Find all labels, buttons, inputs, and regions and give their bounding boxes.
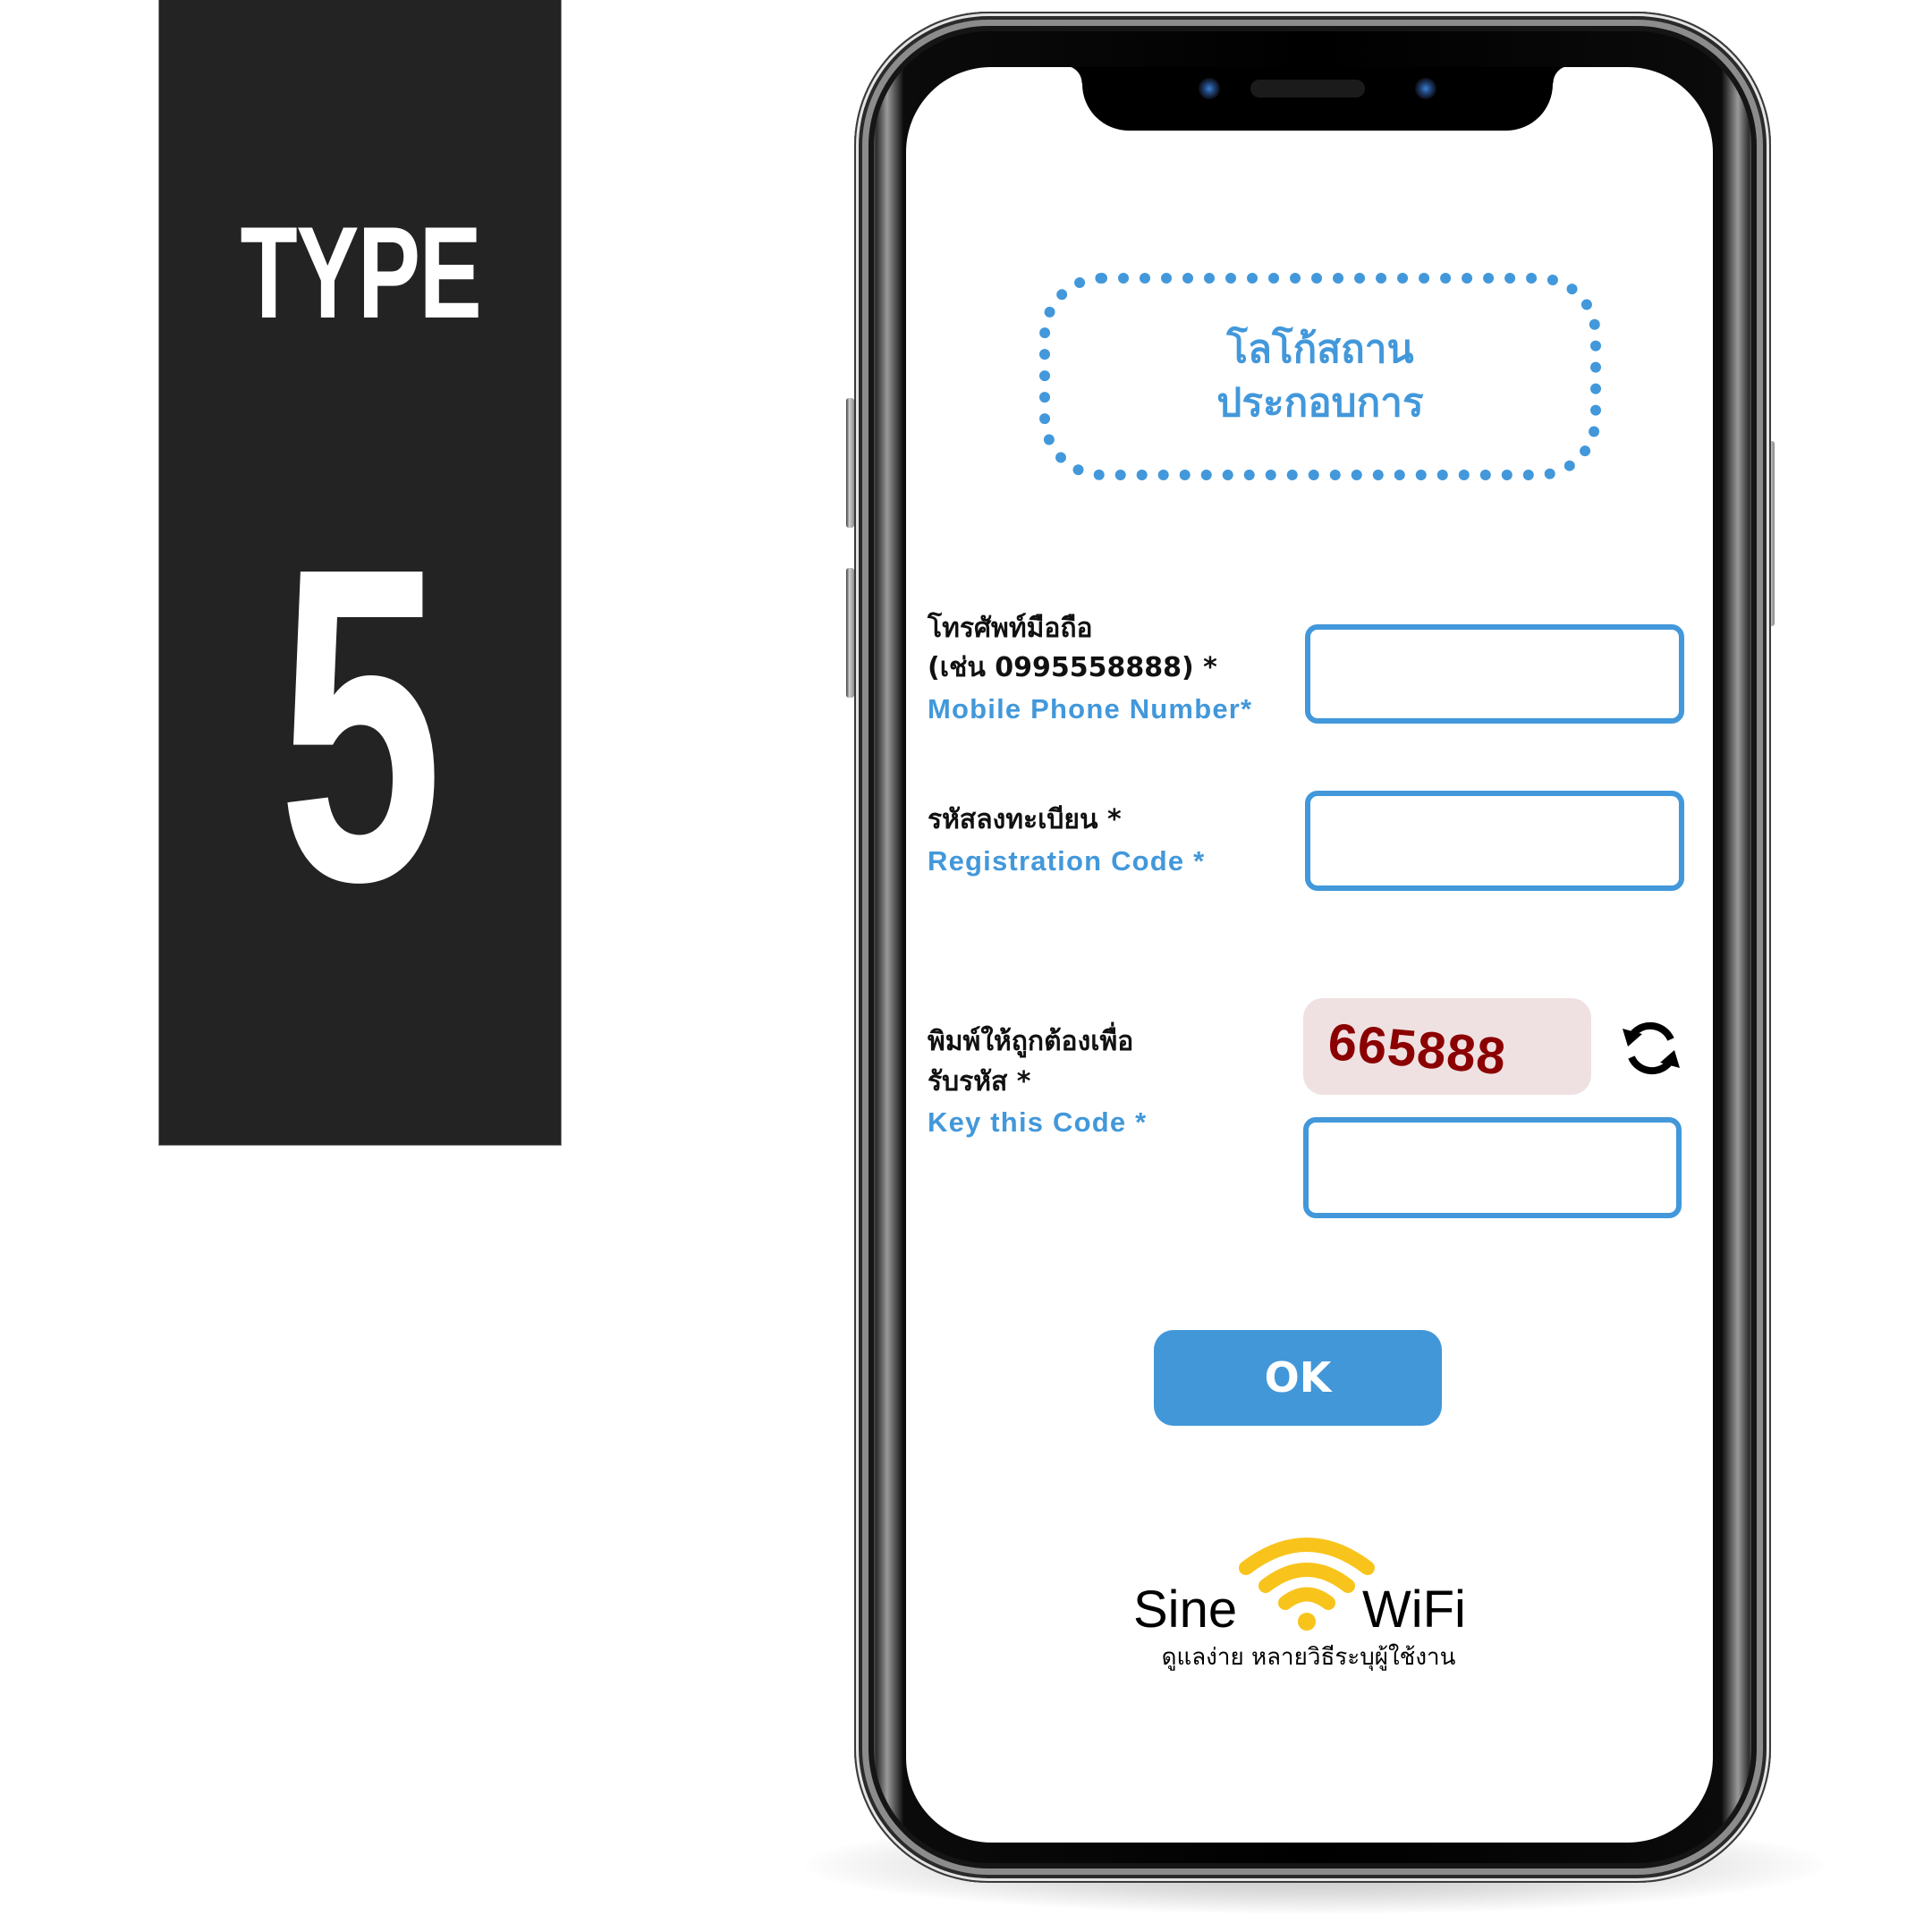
front-camera-icon <box>1199 78 1220 99</box>
sensor-icon <box>1415 78 1436 99</box>
registration-code-input[interactable] <box>1305 791 1684 891</box>
brand-name-left: Sine <box>1133 1580 1238 1639</box>
sinewifi-brand-logo: Sine WiFi ดูแลง่าย หลายวิธีระบุผู้ใช้งาน <box>1112 1525 1505 1677</box>
captcha-label-th-line1: พิมพ์ให้ถูกต้องเพื่อ <box>928 1026 1134 1057</box>
phone-label-th-line1: โทรศัพท์มือถือ <box>928 613 1093 644</box>
type-number: 5 <box>278 474 443 974</box>
captcha-label-th-line2: รับรหัส * <box>928 1066 1031 1097</box>
logo-placeholder-line2: ประกอบการ <box>1216 380 1424 426</box>
captcha-label-en: Key this Code * <box>928 1106 1148 1138</box>
volume-down-button <box>846 568 854 698</box>
brand-name-right: WiFi <box>1362 1580 1466 1639</box>
type-badge-panel: TYPE 5 <box>159 0 561 1145</box>
phone-screen: โลโก้สถาน ประกอบการ โทรศัพท์มือถือ (เช่น… <box>906 67 1713 1843</box>
business-logo-placeholder: โลโก้สถาน ประกอบการ <box>1039 273 1601 480</box>
wifi-icon <box>1239 1538 1375 1631</box>
earpiece-speaker <box>1250 80 1365 97</box>
refresh-icon-glyph <box>1623 1021 1680 1075</box>
phone-notch <box>1064 67 1571 131</box>
type-label: TYPE <box>240 199 482 345</box>
ok-button[interactable]: OK <box>1154 1330 1442 1426</box>
mobile-phone-input[interactable] <box>1305 624 1684 724</box>
captcha-code: 665888 <box>1326 1013 1509 1087</box>
logo-placeholder-line1: โลโก้สถาน <box>1226 326 1414 372</box>
volume-up-button <box>846 398 854 528</box>
phone-label-th-line2: (เช่น 0995558888) * <box>928 652 1217 683</box>
brand-tagline: ดูแลง่าย หลายวิธีระบุผู้ใช้งาน <box>1161 1644 1456 1671</box>
refresh-icon[interactable] <box>1619 1016 1683 1080</box>
captcha-image: 665888 <box>1303 998 1591 1095</box>
captcha-input[interactable] <box>1303 1117 1682 1218</box>
phone-label-en: Mobile Phone Number* <box>928 693 1253 724</box>
registration-label-en: Registration Code * <box>928 845 1206 877</box>
registration-label-th: รหัสลงทะเบียน * <box>928 804 1122 835</box>
